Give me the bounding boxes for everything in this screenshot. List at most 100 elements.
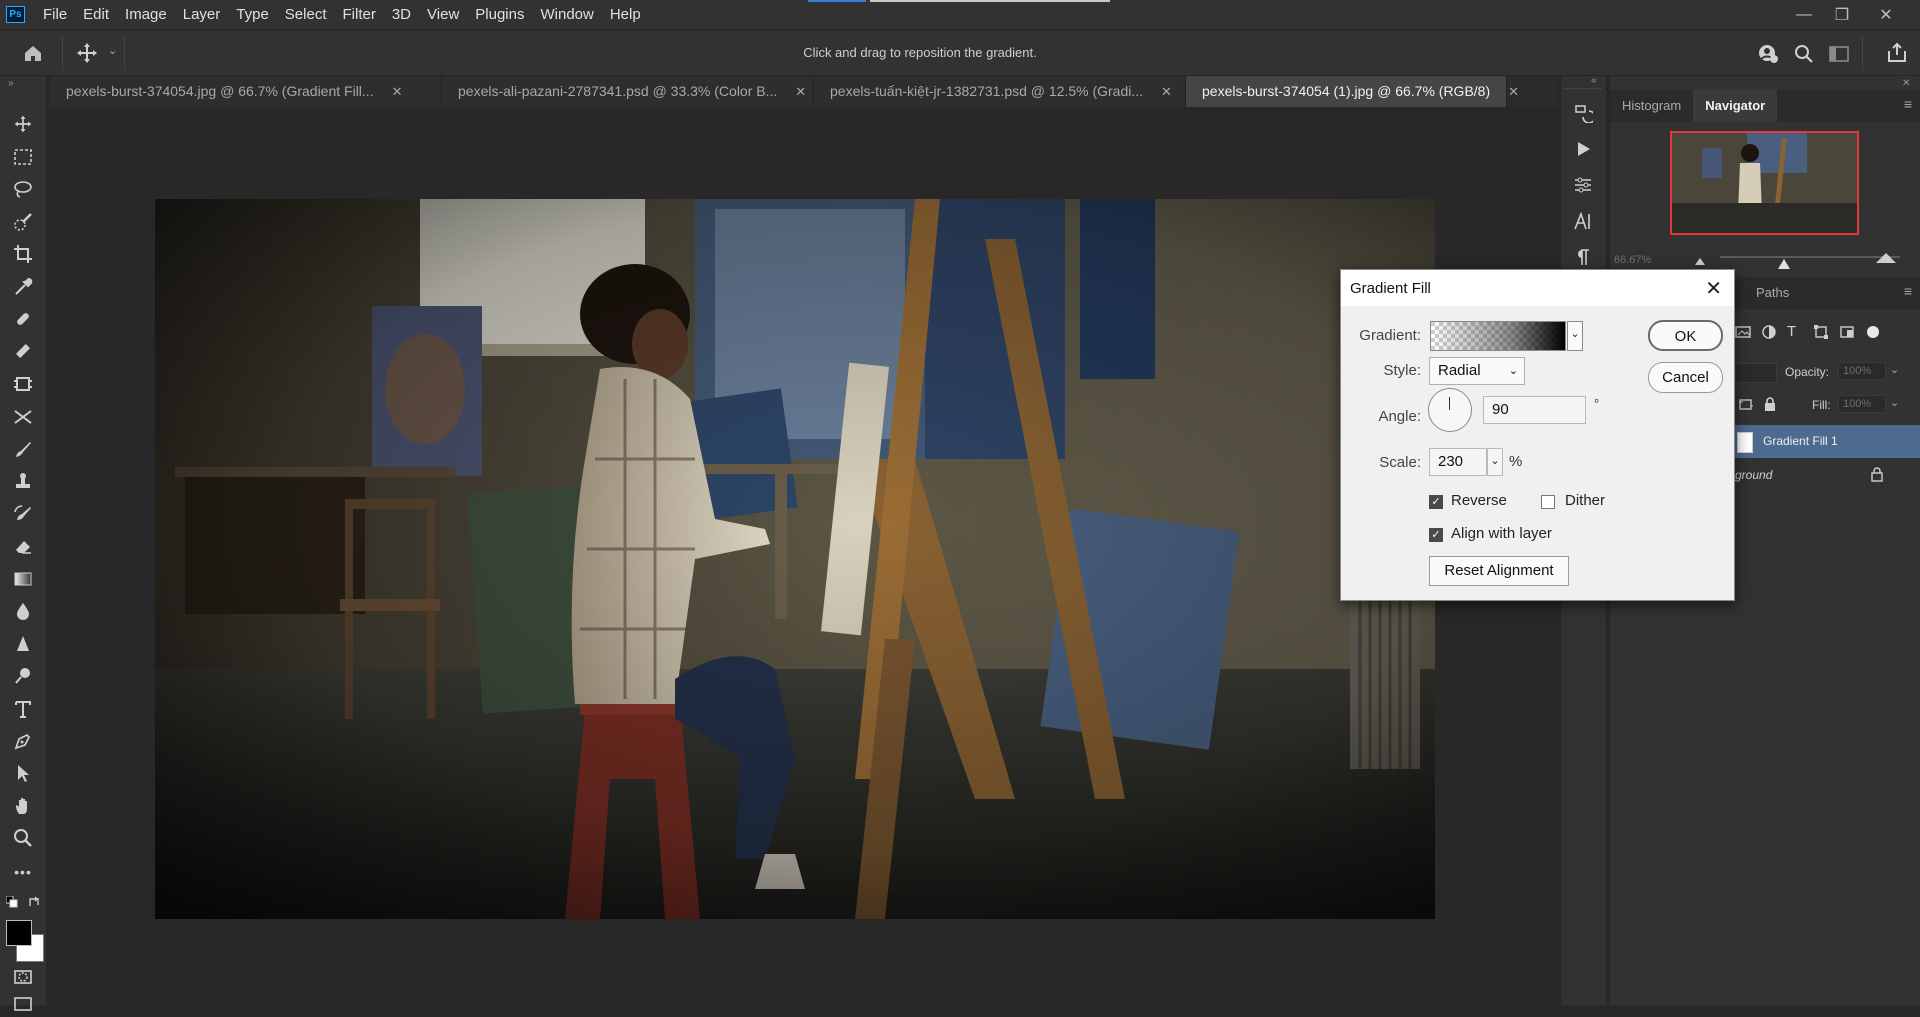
search-icon[interactable] — [1792, 42, 1816, 66]
angle-dial[interactable] — [1428, 388, 1472, 432]
chevron-down-icon[interactable]: ⌄ — [1890, 396, 1904, 414]
history-icon[interactable] — [1570, 100, 1596, 126]
path-select-icon[interactable] — [10, 760, 36, 786]
menu-select[interactable]: Select — [277, 0, 335, 29]
menu-layer[interactable]: Layer — [175, 0, 229, 29]
collapse-icon[interactable]: ✕ — [1902, 78, 1910, 89]
menu-file[interactable]: File — [35, 0, 75, 29]
screen-mode-icon[interactable] — [10, 991, 36, 1017]
menu-window[interactable]: Window — [532, 0, 601, 29]
smart-object-filter-icon[interactable] — [1839, 324, 1855, 340]
filter-toggle-icon[interactable] — [1865, 324, 1881, 340]
menu-plugins[interactable]: Plugins — [467, 0, 532, 29]
dodge-icon[interactable] — [10, 663, 36, 689]
adjustment-filter-icon[interactable] — [1761, 324, 1777, 340]
collapse-icon[interactable]: « — [1591, 75, 1597, 86]
menu-type[interactable]: Type — [228, 0, 277, 29]
document-image[interactable] — [155, 199, 1435, 919]
sharpen-icon[interactable] — [10, 631, 36, 657]
history-brush-icon[interactable] — [10, 501, 36, 527]
lock-icon[interactable] — [1762, 396, 1778, 412]
shape-filter-icon[interactable] — [1813, 324, 1829, 340]
style-select[interactable]: Radial ⌄ — [1429, 357, 1525, 385]
fill-field[interactable]: 100% — [1838, 395, 1886, 413]
zoom-value[interactable]: 66.67% — [1614, 254, 1651, 266]
zoom-out-icon[interactable] — [1695, 258, 1705, 265]
eyedropper-icon[interactable] — [10, 274, 36, 300]
healing-icon[interactable] — [10, 306, 36, 332]
close-tab-icon[interactable]: ✕ — [392, 76, 403, 107]
align-with-layer-label[interactable]: Align with layer — [1451, 525, 1552, 542]
scale-field[interactable]: 230 — [1429, 448, 1487, 476]
tab-histogram[interactable]: Histogram — [1610, 90, 1693, 122]
angle-field[interactable]: 90 — [1483, 396, 1586, 424]
pen-icon[interactable] — [10, 728, 36, 754]
menu-image[interactable]: Image — [117, 0, 175, 29]
blur-icon[interactable] — [10, 598, 36, 624]
layer-row[interactable]: ground — [1733, 459, 1920, 492]
quick-select-icon[interactable] — [10, 209, 36, 235]
navigator-preview[interactable] — [1670, 131, 1859, 235]
align-with-layer-checkbox[interactable]: ✓ — [1429, 528, 1443, 542]
more-icon[interactable]: ••• — [10, 859, 36, 885]
blend-mode-select[interactable] — [1735, 363, 1777, 383]
brush-icon[interactable] — [10, 338, 36, 364]
foreground-color-swatch[interactable] — [6, 920, 32, 946]
dialog-titlebar[interactable]: Gradient Fill ✕ — [1341, 270, 1734, 306]
layer-row-selected[interactable]: Gradient Fill 1 — [1733, 425, 1920, 458]
layer-name[interactable]: ground — [1735, 468, 1772, 482]
swap-colors-icon[interactable] — [28, 896, 40, 908]
close-icon[interactable]: ✕ — [1705, 276, 1722, 301]
reverse-label[interactable]: Reverse — [1451, 492, 1507, 509]
doc-tab[interactable]: pexels-burst-374054.jpg @ 66.7% (Gradien… — [50, 76, 442, 107]
type-filter-icon[interactable]: T — [1787, 324, 1803, 340]
default-colors-icon[interactable] — [5, 895, 18, 908]
chevron-down-icon[interactable]: ⌄ — [1487, 448, 1503, 476]
play-actions-icon[interactable] — [1570, 136, 1596, 162]
quick-mask-icon[interactable] — [10, 964, 36, 990]
dither-checkbox[interactable] — [1541, 495, 1555, 509]
close-tab-icon[interactable]: ✕ — [1161, 76, 1172, 107]
eraser-icon[interactable] — [10, 533, 36, 559]
character-icon[interactable] — [1570, 208, 1596, 234]
gradient-icon[interactable] — [10, 566, 36, 592]
chevron-down-icon[interactable]: ⌄ — [1890, 363, 1904, 381]
zoom-in-icon[interactable] — [1876, 253, 1896, 263]
menu-filter[interactable]: Filter — [335, 0, 384, 29]
chevron-down-icon[interactable]: ⌄ — [1567, 321, 1583, 351]
crop-icon[interactable] — [10, 241, 36, 267]
opacity-field[interactable]: 100% — [1838, 362, 1886, 380]
menu-help[interactable]: Help — [602, 0, 649, 29]
type-icon[interactable] — [10, 696, 36, 722]
doc-tab[interactable]: pexels-tuấn-kiệt-jr-1382731.psd @ 12.5% … — [814, 76, 1186, 107]
menu-edit[interactable]: Edit — [75, 0, 117, 29]
lock-artboard-icon[interactable] — [1738, 396, 1754, 412]
menu-3d[interactable]: 3D — [384, 0, 419, 29]
minimize-button[interactable]: — — [1784, 0, 1824, 29]
reverse-checkbox[interactable]: ✓ — [1429, 495, 1443, 509]
close-tab-icon[interactable]: ✕ — [795, 76, 806, 107]
panel-menu-icon[interactable]: ≡ — [1904, 96, 1912, 112]
frame-icon[interactable] — [10, 371, 36, 397]
workspace-icon[interactable] — [1827, 42, 1851, 66]
cancel-button[interactable]: Cancel — [1648, 362, 1723, 393]
gradient-picker[interactable] — [1430, 321, 1566, 351]
close-window-button[interactable]: ✕ — [1866, 0, 1906, 29]
zoom-slider-track[interactable] — [1720, 256, 1900, 258]
dither-label[interactable]: Dither — [1565, 492, 1605, 509]
tab-paths[interactable]: Paths — [1744, 277, 1801, 309]
image-filter-icon[interactable] — [1735, 324, 1751, 340]
share-icon[interactable] — [1885, 41, 1909, 65]
marquee-icon[interactable] — [10, 144, 36, 170]
hand-icon[interactable] — [10, 793, 36, 819]
zoom-slider-handle[interactable] — [1778, 259, 1790, 269]
doc-tab[interactable]: pexels-ali-pazani-2787341.psd @ 33.3% (C… — [442, 76, 814, 107]
stamp-icon[interactable] — [10, 468, 36, 494]
adjustments-icon[interactable] — [1570, 172, 1596, 198]
puppet-warp-icon[interactable] — [10, 403, 36, 429]
close-tab-icon[interactable]: ✕ — [1508, 76, 1519, 107]
paint-brush-icon[interactable] — [10, 436, 36, 462]
collapse-icon[interactable]: » — [8, 78, 14, 89]
cloud-docs-icon[interactable] — [1756, 42, 1780, 66]
zoom-icon[interactable] — [10, 825, 36, 851]
